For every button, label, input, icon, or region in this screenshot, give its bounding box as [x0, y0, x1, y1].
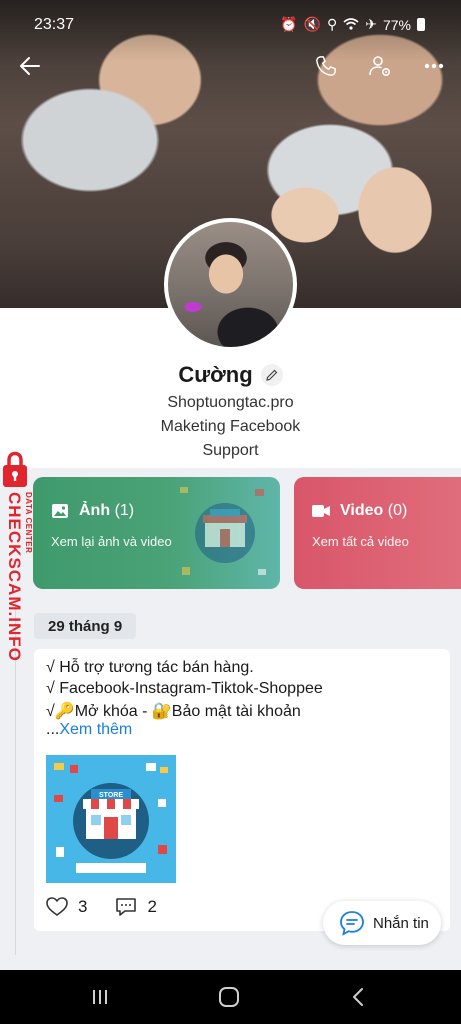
location-icon: ⚲	[326, 16, 338, 32]
avatar[interactable]	[164, 218, 297, 351]
video-label: Video	[340, 502, 384, 519]
see-more: ...Xem thêm	[46, 721, 132, 739]
comment-icon	[116, 898, 137, 916]
status-icons: ⏰ 🔇 ⚲ ✈ 77%	[280, 16, 425, 33]
store-illustration: STORE	[54, 763, 168, 873]
post-actions: 3 2	[46, 897, 157, 917]
lock-logo-icon	[3, 451, 27, 487]
back-arrow-icon	[20, 57, 40, 75]
watermark-subtitle: DATA CENTER	[24, 492, 33, 554]
heart-icon	[46, 897, 68, 916]
pencil-icon	[265, 369, 278, 381]
watermark: CHECKSCAM.INFO DATA CENTER	[0, 450, 33, 680]
bio-line-1: Shoptuongtac.pro	[167, 394, 294, 411]
photos-count: (1)	[114, 502, 135, 519]
bio-line-2: Maketing Facebook	[160, 418, 301, 435]
name-row: Cường	[0, 362, 461, 388]
more-options-button[interactable]	[418, 50, 450, 82]
photos-label: Ảnh	[79, 502, 111, 519]
user-settings-icon	[369, 56, 391, 77]
chat-bubble-icon	[340, 911, 364, 936]
video-card[interactable]: Video (0) Xem tất cả video	[294, 477, 461, 589]
phone-icon	[316, 56, 336, 76]
home-icon	[219, 987, 239, 1007]
photos-card[interactable]: Ảnh (1) Xem lại ảnh và video	[33, 477, 280, 589]
comment-count: 2	[147, 897, 157, 916]
message-button[interactable]: Nhắn tin	[323, 901, 441, 945]
photos-title: Ảnh (1)	[51, 502, 134, 520]
alarm-icon: ⏰	[280, 16, 298, 32]
battery-icon	[417, 18, 425, 31]
like-count: 3	[78, 897, 88, 916]
video-count: (0)	[387, 502, 408, 519]
post-line-1: √ Hỗ trợ tương tác bán hàng.	[46, 659, 254, 676]
message-button-label: Nhắn tin	[373, 914, 429, 932]
airplane-icon: ✈	[365, 16, 377, 32]
video-subtitle: Xem tất cả video	[312, 534, 409, 549]
recent-apps-icon	[93, 990, 107, 1004]
timeline-date: 29 tháng 9	[34, 613, 137, 639]
post-line-2: √ Facebook-Instagram-Tiktok-Shoppee	[46, 680, 323, 697]
store-sign-text: STORE	[99, 792, 123, 799]
top-bar	[0, 46, 461, 86]
post-image[interactable]: STORE	[46, 755, 176, 883]
comment-button[interactable]: 2	[115, 897, 157, 917]
back-button[interactable]	[14, 50, 46, 82]
bio-line-3: Support	[202, 442, 259, 459]
recent-apps-button[interactable]	[80, 982, 120, 1012]
timeline-post[interactable]: √ Hỗ trợ tương tác bán hàng. √ Facebook-…	[34, 649, 450, 931]
status-bar: 23:37 ⏰ 🔇 ⚲ ✈ 77%	[0, 0, 461, 48]
like-button[interactable]: 3	[46, 897, 87, 917]
image-icon	[52, 504, 68, 518]
friend-settings-button[interactable]	[364, 50, 396, 82]
video-camera-icon	[312, 505, 330, 517]
video-title: Video (0)	[312, 502, 407, 520]
system-back-icon	[353, 988, 363, 1006]
profile-name: Cường	[178, 362, 253, 387]
system-navigation-bar	[0, 970, 461, 1024]
more-dots-icon	[424, 63, 444, 69]
watermark-title: CHECKSCAM.INFO	[5, 492, 24, 662]
battery-percent: 77%	[382, 16, 411, 33]
mute-icon: 🔇	[303, 16, 321, 32]
store-thumbnail-icon	[180, 487, 266, 575]
see-more-link[interactable]: Xem thêm	[59, 721, 132, 738]
call-button[interactable]	[310, 50, 342, 82]
see-more-prefix: ...	[46, 721, 60, 738]
edit-name-button[interactable]	[260, 364, 283, 386]
post-line-3: √🔑Mở khóa - 🔐Bảo mật tài khoản	[46, 703, 301, 720]
home-button[interactable]	[209, 982, 249, 1012]
wifi-icon	[343, 17, 359, 33]
status-time: 23:37	[34, 16, 75, 33]
system-back-button[interactable]	[338, 982, 378, 1012]
photos-subtitle: Xem lại ảnh và video	[51, 534, 172, 549]
